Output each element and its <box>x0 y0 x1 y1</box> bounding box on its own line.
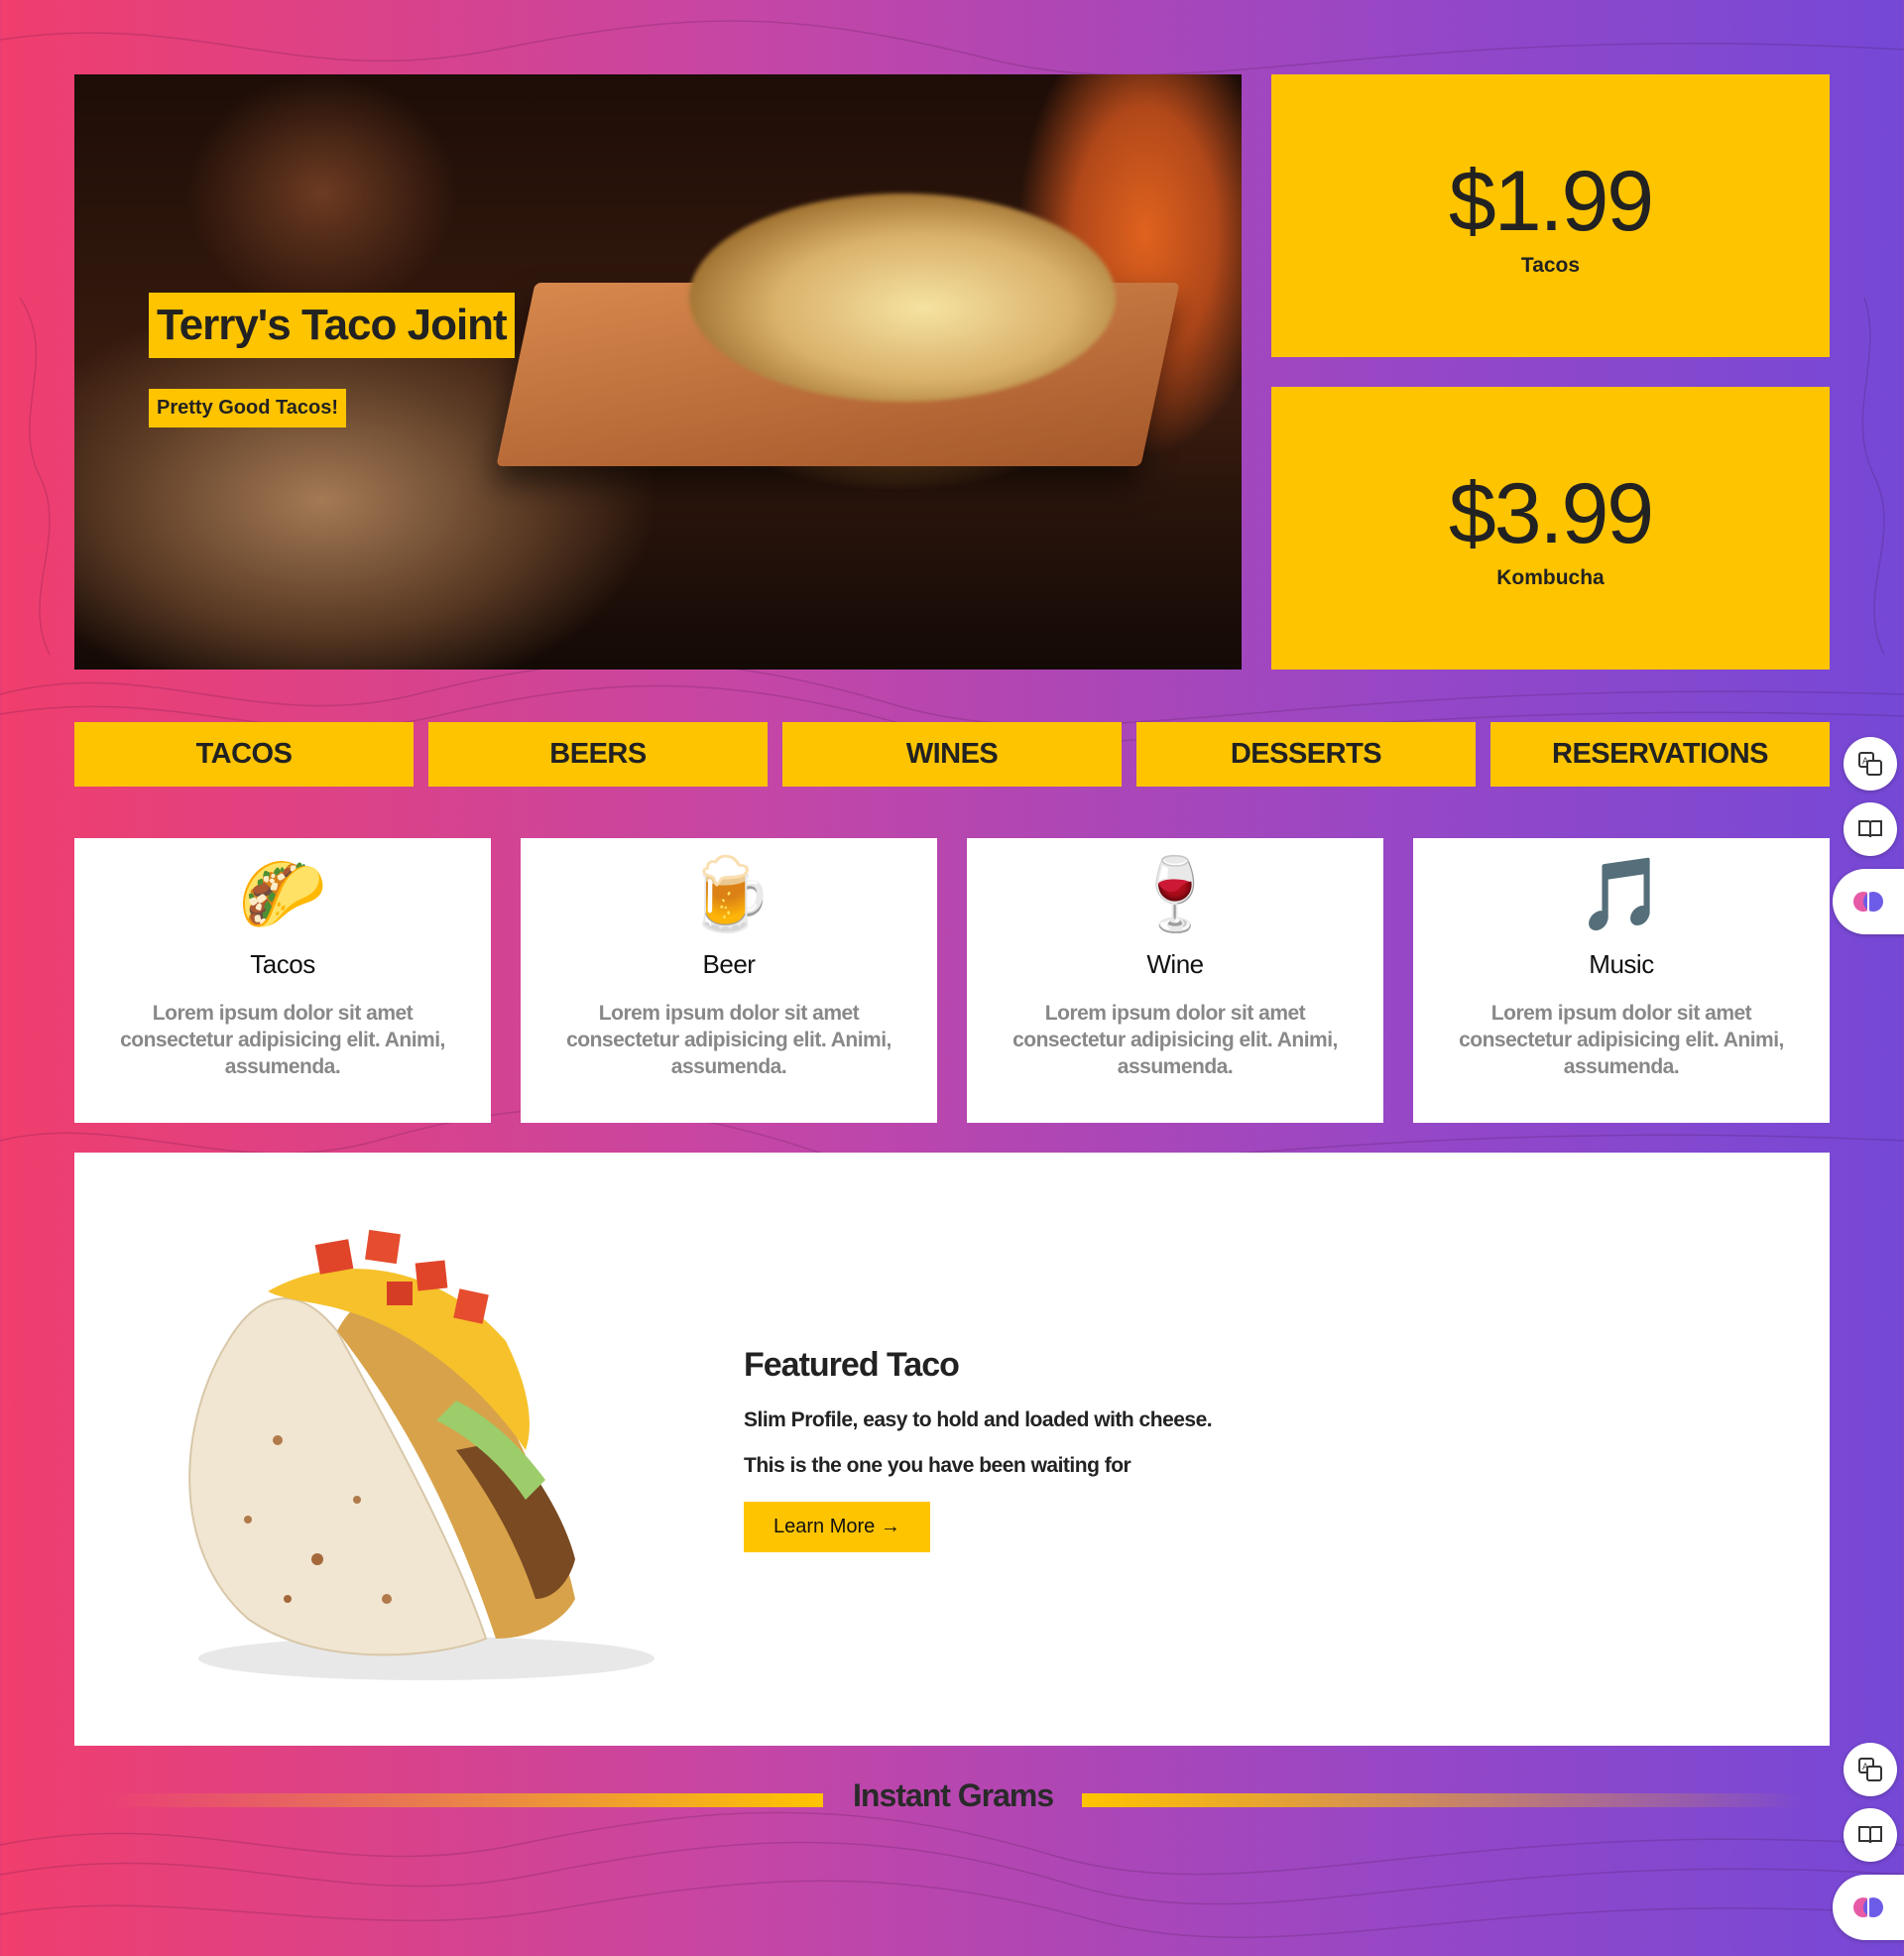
card-text: Lorem ipsum dolor sit amet consectetur a… <box>1459 1002 1784 1078</box>
wine-glass-icon: 🍷 <box>1130 852 1220 935</box>
beer-mug-icon: 🍺 <box>684 852 774 935</box>
card-beer: 🍺 Beer Lorem ipsum dolor sit amet consec… <box>521 838 937 1123</box>
music-note-icon: 🎵 <box>1577 852 1666 935</box>
price-label: Kombucha <box>1496 566 1605 589</box>
card-tacos: 🌮 Tacos Lorem ipsum dolor sit amet conse… <box>74 838 491 1123</box>
nav-wines-button[interactable]: WINES <box>782 722 1122 787</box>
card-music: 🎵 Music Lorem ipsum dolor sit amet conse… <box>1413 838 1830 1123</box>
featured-taco-image <box>188 1229 654 1680</box>
svg-text:A: A <box>1862 757 1869 767</box>
taco-icon: 🌮 <box>238 852 327 935</box>
feature-cards: 🌮 Tacos Lorem ipsum dolor sit amet conse… <box>74 838 1830 1123</box>
svg-text:A: A <box>1862 1763 1869 1773</box>
nav-reservations-button[interactable]: RESERVATIONS <box>1490 722 1830 787</box>
card-text: Lorem ipsum dolor sit amet consectetur a… <box>1012 1002 1338 1078</box>
reader-icon[interactable] <box>1844 802 1897 856</box>
featured-description-1: Slim Profile, easy to hold and loaded wi… <box>744 1408 1213 1431</box>
translate-icon[interactable]: A <box>1844 1743 1897 1796</box>
featured-heading: Featured Taco <box>744 1346 960 1384</box>
price-box-kombucha: $3.99 Kombucha <box>1271 387 1830 670</box>
divider-line-left <box>104 1793 823 1807</box>
featured-description-2: This is the one you have been waiting fo… <box>744 1454 1131 1477</box>
card-title: Music <box>1589 949 1654 979</box>
divider-line-right <box>1082 1793 1806 1807</box>
price-box-tacos: $1.99 Tacos <box>1271 74 1830 357</box>
price-label: Tacos <box>1520 254 1581 277</box>
brain-icon[interactable] <box>1833 869 1904 934</box>
nav-tacos-button[interactable]: TACOS <box>74 722 414 787</box>
nav-beers-button[interactable]: BEERS <box>428 722 768 787</box>
reader-icon[interactable] <box>1844 1808 1897 1862</box>
nav-desserts-button[interactable]: DESSERTS <box>1136 722 1476 787</box>
learn-more-button[interactable]: Learn More → <box>744 1502 930 1552</box>
instant-grams-title: Instant Grams <box>853 1777 1054 1813</box>
instant-grams-header: Instant Grams <box>74 1775 1830 1820</box>
price-amount: $3.99 <box>1448 466 1654 561</box>
price-amount: $1.99 <box>1448 154 1654 249</box>
card-text: Lorem ipsum dolor sit amet consectetur a… <box>566 1002 892 1078</box>
hero-title: Terry's Taco Joint <box>149 293 515 358</box>
hero-banner: Terry's Taco Joint Pretty Good Tacos! <box>74 74 1242 670</box>
card-title: Tacos <box>250 949 315 979</box>
featured-taco-section: Featured Taco Slim Profile, easy to hold… <box>74 1153 1830 1746</box>
card-title: Wine <box>1146 949 1204 979</box>
hero-taco-photo <box>689 193 1116 402</box>
card-wine: 🍷 Wine Lorem ipsum dolor sit amet consec… <box>967 838 1383 1123</box>
hero-subtitle: Pretty Good Tacos! <box>149 389 346 428</box>
featured-text: Featured Taco Slim Profile, easy to hold… <box>744 1346 1213 1552</box>
card-title: Beer <box>702 949 756 979</box>
brain-icon[interactable] <box>1833 1875 1904 1940</box>
main-nav: TACOS BEERS WINES DESSERTS RESERVATIONS <box>74 722 1830 787</box>
translate-icon[interactable]: A <box>1844 737 1897 791</box>
card-text: Lorem ipsum dolor sit amet consectetur a… <box>120 1002 445 1078</box>
